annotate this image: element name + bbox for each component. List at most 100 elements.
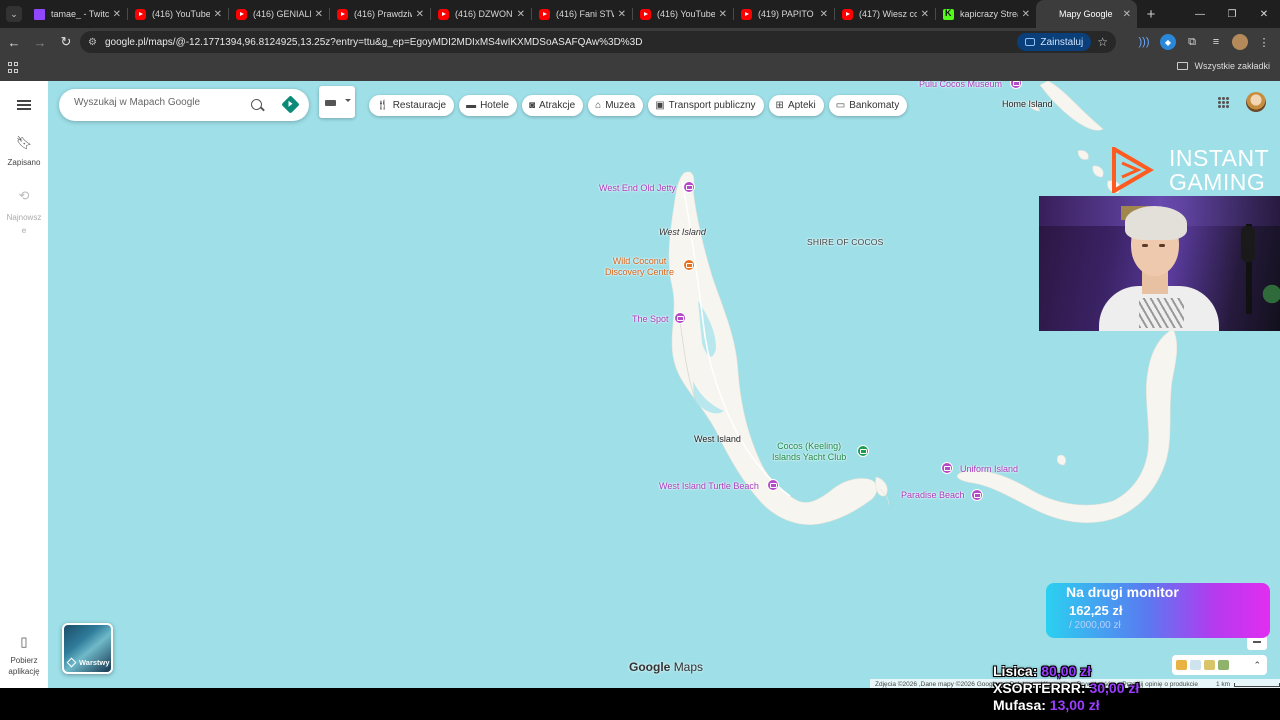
place-label[interactable]: West Island Turtle Beach [659,481,759,491]
imagery-thumb[interactable] [1204,660,1215,670]
map-controls-bar: ⌃ [1172,655,1267,675]
tab[interactable]: (416) YouTube ✕ [127,0,228,28]
beach-pin-icon[interactable] [767,479,779,491]
layers-button[interactable]: Warstwy [62,623,113,674]
puzzle-icon[interactable]: ⧉ [1184,34,1200,50]
tab[interactable]: (419) PAPITO Ś ✕ [733,0,834,28]
chip-label: Hotele [480,100,509,111]
scale-bar[interactable]: 1 km [1216,681,1280,688]
attraction-pin-icon[interactable] [683,181,695,193]
tab[interactable]: (417) Wiesz co ✕ [834,0,935,28]
tab[interactable]: (416) GENIALNE ✕ [228,0,329,28]
attraction-pin-icon[interactable] [941,462,953,474]
shield-extension-icon[interactable]: ◆ [1160,34,1176,50]
chip-transit[interactable]: ▣ Transport publiczny [648,95,764,116]
apps-grid-icon[interactable] [8,62,19,73]
screen: ⌄ tamae_ - Twitch ✕ (416) YouTube ✕ (416) … [0,0,1280,720]
tab[interactable]: kapicrazy Strea ✕ [935,0,1036,28]
place-label[interactable]: Wild Coconut Discovery Centre [605,256,674,278]
layers-label: Warstwy [79,658,110,667]
tab[interactable]: tamae_ - Twitch ✕ [26,0,127,28]
bookmarks-bar: Wszystkie zakładki [0,56,1280,81]
chevron-up-icon[interactable]: ⌃ [1253,660,1261,671]
place-label[interactable]: Pulu Cocos Museum [919,81,1002,89]
google-apps-icon[interactable] [1218,97,1229,108]
place-label-line: Cocos (Keeling) [777,441,842,451]
donor-name: Lisica: [993,663,1038,679]
back-icon[interactable]: ← [2,30,26,54]
recent-button[interactable]: ⟲ Najnowsz e [0,188,48,237]
close-icon[interactable]: ✕ [214,9,222,20]
place-label[interactable]: Paradise Beach [901,490,965,500]
chip-museums[interactable]: ⌂ Muzea [588,95,644,116]
address-bar[interactable]: ⚙ google.pl/maps/@-12.1771394,96.8124925… [80,31,1116,53]
attraction-pin-icon[interactable] [674,312,686,324]
url-text[interactable]: google.pl/maps/@-12.1771394,96.8124925,1… [105,37,1017,48]
imagery-thumb[interactable] [1190,660,1201,670]
reading-list-icon[interactable]: ≡ [1208,34,1224,50]
chip-attractions[interactable]: ◙ Atrakcje [521,95,584,116]
close-icon[interactable]: ✕ [416,9,424,20]
google-maps-logo: Google Maps [629,660,703,674]
audio-wave-icon[interactable]: ))) [1136,34,1152,50]
tab[interactable]: (416) Prawdziwe ✕ [329,0,430,28]
place-label[interactable]: West End Old Jetty [599,183,676,193]
close-icon[interactable]: ✕ [113,9,121,20]
place-label[interactable]: The Spot [632,314,669,324]
chip-restaurants[interactable]: 🍴︎ Restauracje [369,95,455,116]
kick-icon [943,8,954,20]
tab[interactable]: (416) DZWONI ✕ [430,0,531,28]
close-icon[interactable]: ✕ [921,9,929,20]
scale-label: 1 km [1215,681,1231,688]
town-label[interactable]: West Island [694,434,741,444]
close-icon[interactable]: ✕ [315,9,323,20]
tab[interactable]: (416) Fani STW ✕ [531,0,632,28]
close-icon[interactable]: ✕ [719,9,727,20]
close-icon[interactable]: ✕ [1022,9,1030,20]
site-settings-icon[interactable]: ⚙ [88,37,97,48]
close-icon[interactable]: ✕ [1123,9,1131,20]
get-app-button[interactable]: ▯ Pobierz aplikację [0,634,48,677]
account-avatar[interactable] [1246,92,1266,112]
directions-icon[interactable] [281,95,300,114]
pegman-icon[interactable] [1176,660,1187,670]
minimize-icon[interactable]: — [1184,0,1216,28]
saved-label: Zapisano [7,158,41,167]
donor-row: Mufasa: 13,00 zł [993,697,1139,714]
forward-icon[interactable]: → [28,30,52,54]
menu-icon[interactable] [17,100,31,110]
restaurant-pin-icon[interactable] [683,259,695,271]
tab-active[interactable]: Mapy Google ✕ [1036,0,1137,28]
install-app-button[interactable]: Zainstaluj [1017,33,1092,51]
all-bookmarks-button[interactable]: Wszystkie zakładki [1177,61,1270,71]
chip-hotels[interactable]: ▬ Hotele [459,95,517,116]
tab-search-button[interactable]: ⌄ [6,6,22,22]
reload-icon[interactable]: ↻ [54,30,78,54]
new-tab-button[interactable]: + [1140,3,1162,25]
chip-pharmacies[interactable]: ⊞ Apteki [768,95,824,116]
tab[interactable]: (416) YouTube ✕ [632,0,733,28]
imagery-thumb[interactable] [1218,660,1229,670]
place-label[interactable]: Cocos (Keeling) Islands Yacht Club [772,441,846,463]
club-pin-icon[interactable] [857,445,869,457]
install-icon [1025,38,1036,46]
chip-label: Bankomaty [849,100,900,111]
beach-pin-icon[interactable] [971,489,983,501]
close-icon[interactable]: ✕ [618,9,626,20]
place-label[interactable]: Home Island [1002,99,1053,109]
search-input[interactable] [74,97,234,108]
bookmark-star-icon[interactable]: ☆ [1097,35,1108,49]
search-icon[interactable] [251,99,262,110]
input-tools-dropdown[interactable] [319,86,355,118]
place-label[interactable]: Uniform Island [960,464,1018,474]
chip-atms[interactable]: ▭ Bankomaty [828,95,908,116]
saved-button[interactable]: 🔖︎ Zapisano [0,135,48,167]
youtube-icon [539,8,550,20]
close-window-icon[interactable]: ✕ [1248,0,1280,28]
kebab-menu-icon[interactable]: ⋮ [1256,34,1272,50]
restore-icon[interactable]: ❐ [1216,0,1248,28]
profile-avatar[interactable] [1232,34,1248,50]
close-icon[interactable]: ✕ [517,9,525,20]
scale-ruler [1234,682,1280,687]
close-icon[interactable]: ✕ [820,9,828,20]
